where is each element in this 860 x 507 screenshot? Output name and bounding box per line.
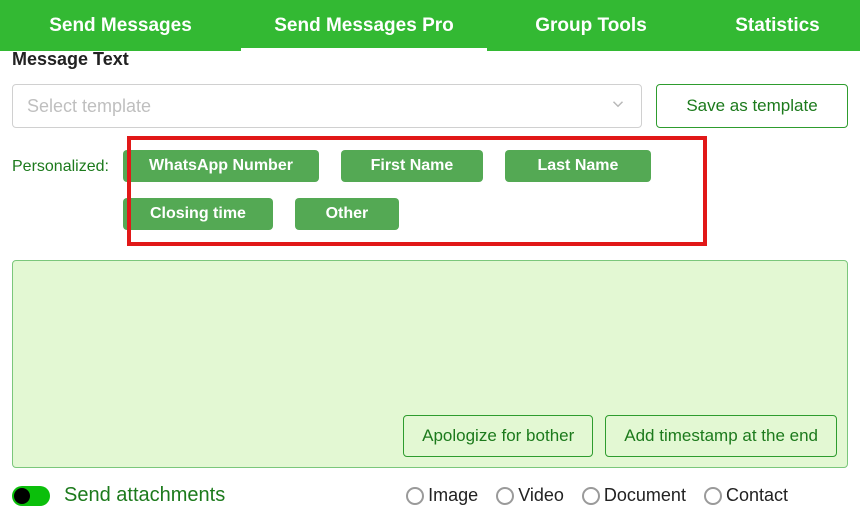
send-attachments-label: Send attachments [64, 484, 225, 507]
chip-last-name[interactable]: Last Name [505, 150, 651, 182]
chip-first-name[interactable]: First Name [341, 150, 483, 182]
message-editor[interactable]: Apologize for bother Add timestamp at th… [12, 260, 848, 468]
chip-closing-time[interactable]: Closing time [123, 198, 273, 230]
radio-icon [406, 487, 424, 505]
chip-whatsapp-number[interactable]: WhatsApp Number [123, 150, 319, 182]
section-title: Message Text [12, 49, 848, 70]
radio-label: Video [518, 485, 564, 506]
tab-send-messages[interactable]: Send Messages [0, 0, 241, 51]
tab-statistics[interactable]: Statistics [695, 0, 860, 51]
top-nav: Send Messages Send Messages Pro Group To… [0, 0, 860, 51]
send-attachments-toggle[interactable] [12, 486, 50, 506]
tab-group-tools[interactable]: Group Tools [487, 0, 695, 51]
radio-icon [496, 487, 514, 505]
radio-icon [704, 487, 722, 505]
save-as-template-button[interactable]: Save as template [656, 84, 848, 128]
radio-image[interactable]: Image [406, 485, 478, 506]
radio-label: Image [428, 485, 478, 506]
radio-icon [582, 487, 600, 505]
radio-label: Document [604, 485, 686, 506]
radio-video[interactable]: Video [496, 485, 564, 506]
tab-send-messages-pro[interactable]: Send Messages Pro [241, 0, 487, 51]
chevron-down-icon [609, 95, 627, 118]
radio-contact[interactable]: Contact [704, 485, 788, 506]
radio-document[interactable]: Document [582, 485, 686, 506]
personalized-label: Personalized: [12, 150, 109, 176]
attachment-type-radios: Image Video Document Contact [406, 485, 788, 506]
template-select[interactable]: Select template [12, 84, 642, 128]
apologize-button[interactable]: Apologize for bother [403, 415, 593, 457]
template-select-placeholder: Select template [27, 96, 151, 117]
radio-label: Contact [726, 485, 788, 506]
personalized-chips: WhatsApp Number First Name Last Name Clo… [123, 150, 683, 230]
chip-other[interactable]: Other [295, 198, 399, 230]
add-timestamp-button[interactable]: Add timestamp at the end [605, 415, 837, 457]
